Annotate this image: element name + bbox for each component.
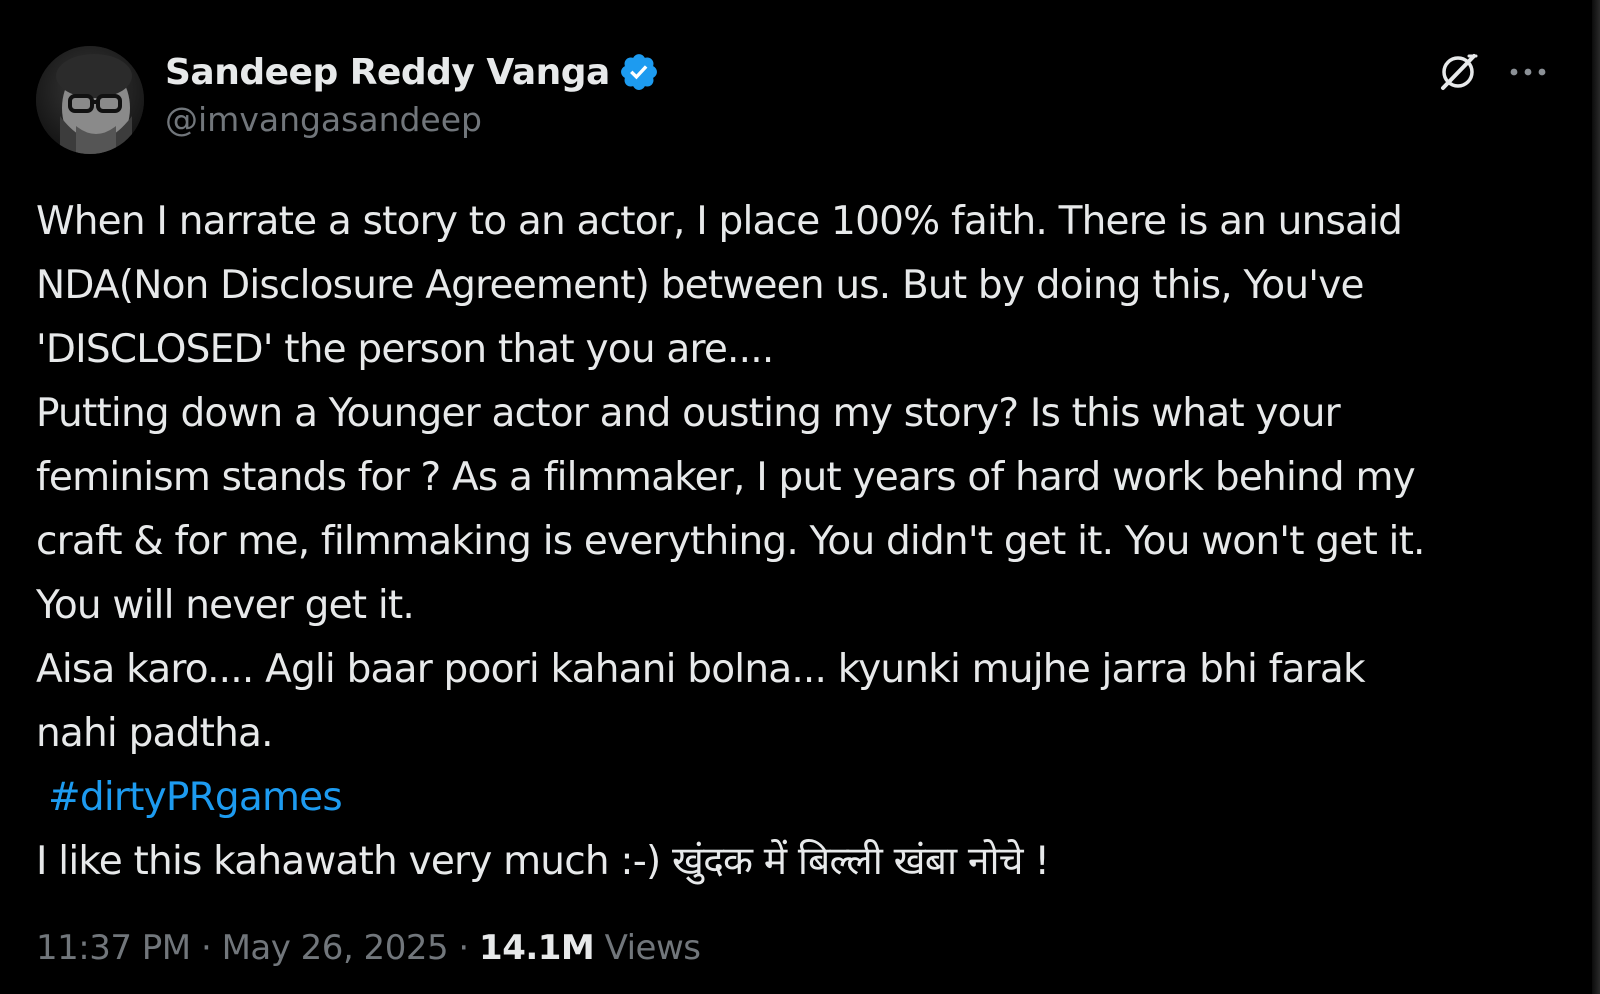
tweet-text-line: NDA(Non Disclosure Agreement) between us… (36, 263, 1364, 308)
meta-separator: · (458, 928, 469, 968)
tweet-text-line: Aisa karo.... Agli baar poori kahani bol… (36, 647, 1366, 692)
tweet-text-line: When I narrate a story to an actor, I pl… (36, 199, 1403, 244)
tweet-text: When I narrate a story to an actor, I pl… (36, 190, 1581, 894)
tweet-text-line: craft & for me, filmmaking is everything… (36, 519, 1425, 564)
meta-separator: · (200, 928, 212, 968)
tweet-text-line: You will never get it. (36, 583, 415, 628)
tweet-metadata: 11:37 PM · May 26, 2025 · 14.1M Views (36, 923, 701, 973)
tweet-text-closing-line: I like this kahawath very much :-) खुंदक… (36, 839, 1050, 884)
tweet-text-line: 'DISCLOSED' the person that you are.... (36, 327, 774, 372)
tweet-card: Sandeep Reddy Vanga @imvangasandeep When… (0, 0, 1600, 994)
tweet-text-line: Putting down a Younger actor and ousting… (36, 391, 1341, 436)
author-display-name[interactable]: Sandeep Reddy Vanga (165, 52, 610, 93)
tweet-text-line: nahi padtha. (36, 711, 273, 756)
hashtag-line: #dirtyPRgames (36, 766, 1581, 830)
tweet-time[interactable]: 11:37 PM (36, 928, 191, 968)
hashtag-link[interactable]: #dirtyPRgames (36, 775, 343, 820)
views-count: 14.1M (479, 928, 595, 968)
avatar[interactable] (36, 46, 144, 154)
verified-badge-icon[interactable] (618, 51, 660, 93)
author-name-row: Sandeep Reddy Vanga (165, 46, 660, 98)
window-edge (1592, 0, 1600, 994)
tweet-date[interactable]: May 26, 2025 (222, 928, 449, 968)
views-label: Views (604, 928, 701, 968)
more-options-icon[interactable] (1506, 54, 1550, 90)
author-handle[interactable]: @imvangasandeep (165, 100, 482, 139)
tweet-text-line: feminism stands for ? As a filmmaker, I … (36, 455, 1416, 500)
grok-icon[interactable] (1436, 50, 1480, 94)
avatar-image (36, 46, 144, 154)
